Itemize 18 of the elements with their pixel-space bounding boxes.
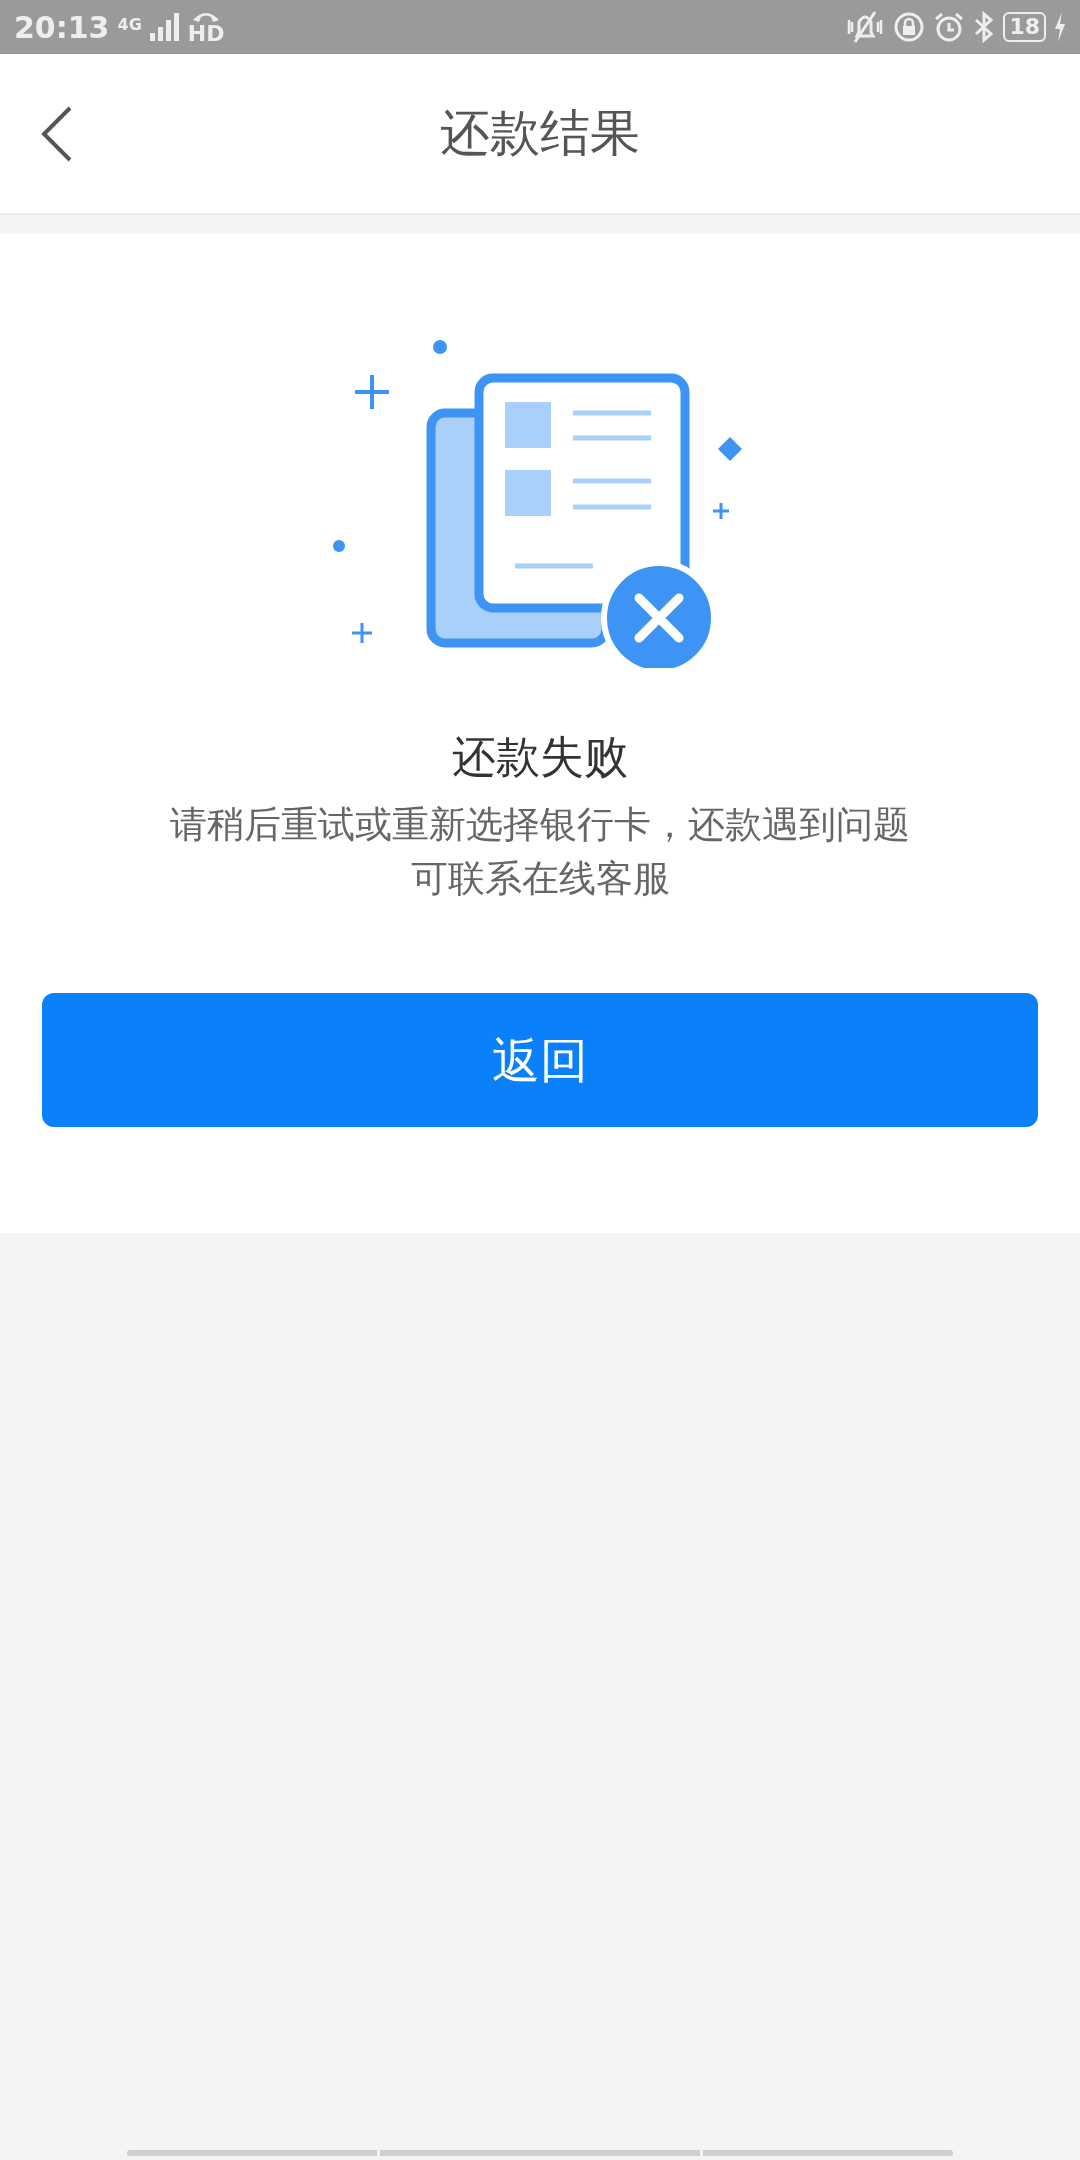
network-type: 4G xyxy=(117,13,142,36)
alarm-icon xyxy=(933,11,966,43)
status-time: 20:13 xyxy=(14,8,110,47)
signal-icon xyxy=(149,13,180,41)
bluetooth-icon xyxy=(973,11,996,43)
navigation-bar-segment[interactable] xyxy=(703,2150,953,2156)
back-button[interactable] xyxy=(40,105,74,162)
charging-icon xyxy=(1054,12,1066,42)
hd-label: HD xyxy=(187,24,225,44)
navigation-bar-segment[interactable] xyxy=(380,2150,700,2156)
page-title: 还款结果 xyxy=(440,103,640,164)
return-button[interactable]: 返回 xyxy=(42,993,1038,1128)
navigation-bar-segment[interactable] xyxy=(127,2150,377,2156)
result-title: 还款失败 xyxy=(452,730,628,784)
result-message: 请稍后重试或重新选择银行卡，还款遇到问题可联系在线客服 xyxy=(169,802,911,902)
rotation-lock-icon xyxy=(893,11,926,43)
back-icon xyxy=(40,105,74,162)
battery-level: 18 xyxy=(1003,12,1046,42)
